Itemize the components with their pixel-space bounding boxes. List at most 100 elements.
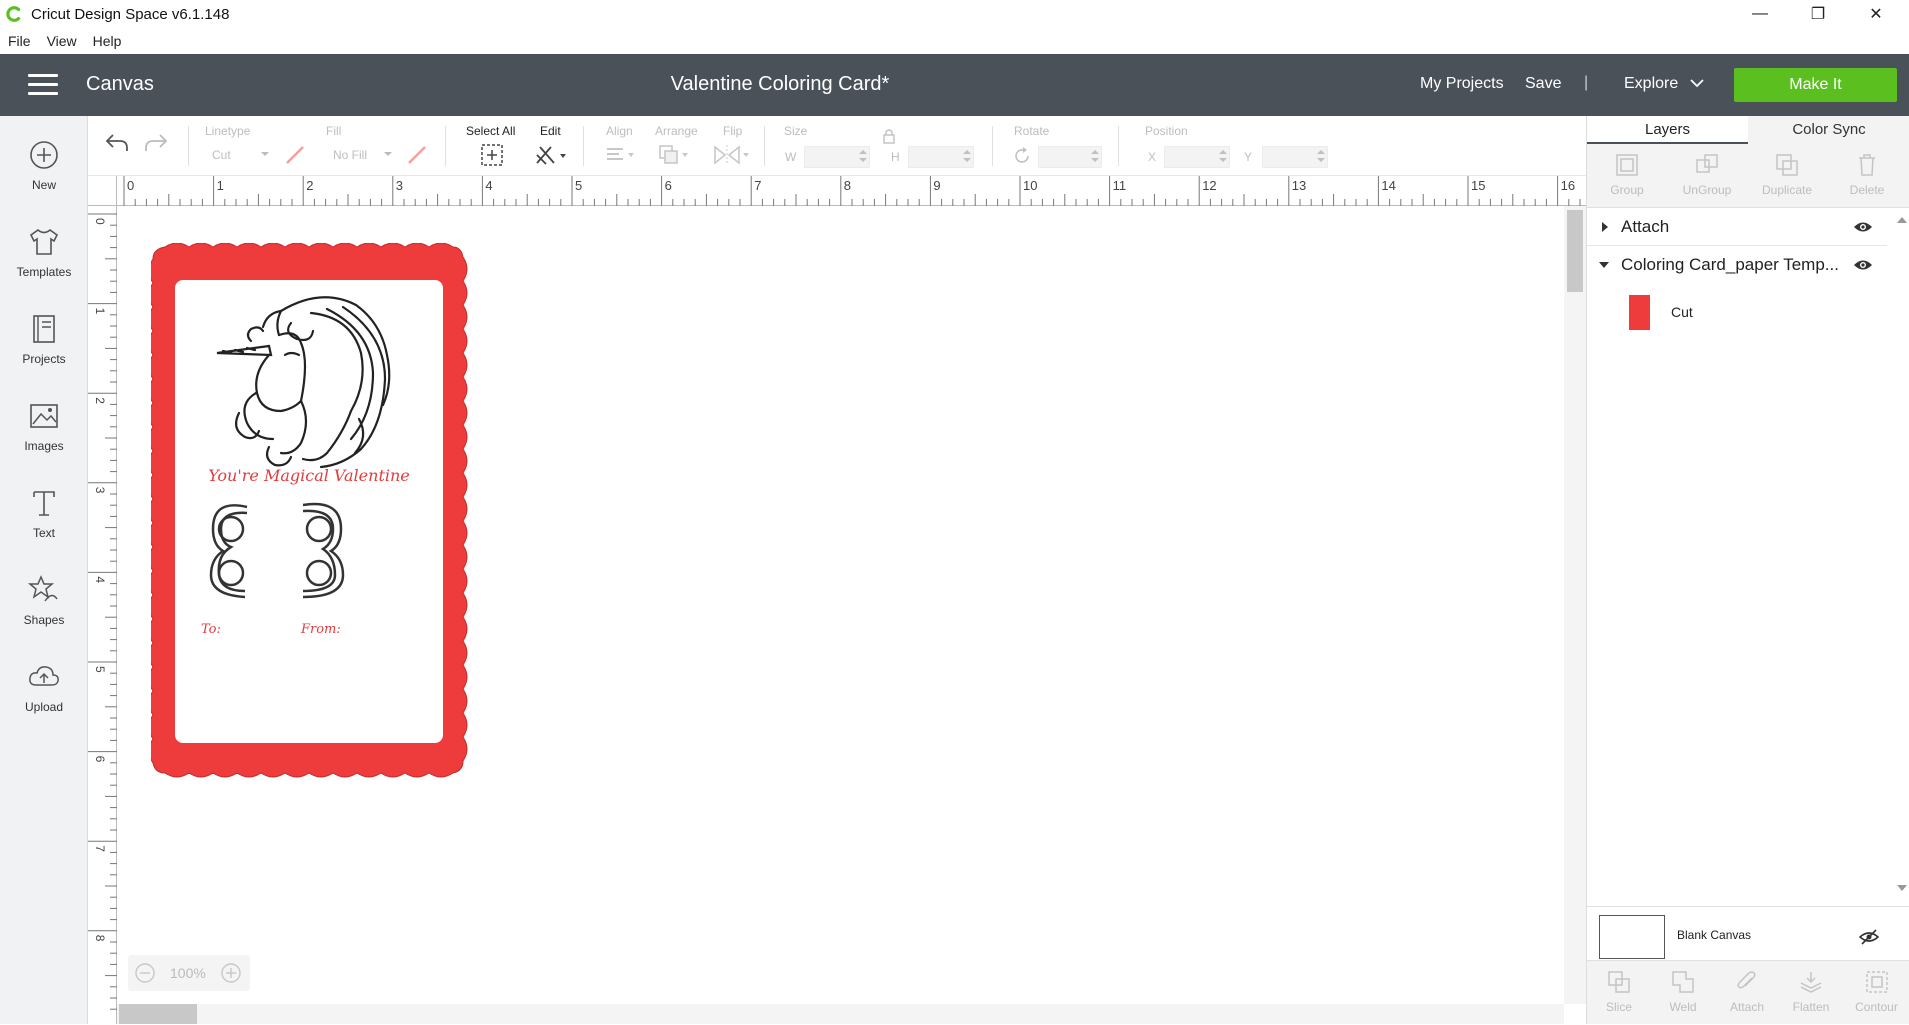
document-title: Valentine Coloring Card* <box>670 73 890 95</box>
attach-button[interactable]: Attach <box>1715 961 1779 1025</box>
header-separator: | <box>1584 74 1589 91</box>
ruler-label: 4 <box>93 576 107 583</box>
zoom-level: 100% <box>170 965 206 981</box>
ruler-label: 1 <box>217 178 224 193</box>
save-link[interactable]: Save <box>1525 75 1561 93</box>
ruler-label: 8 <box>93 935 107 942</box>
make-it-button[interactable]: Make It <box>1734 68 1897 102</box>
ruler-label: 14 <box>1381 178 1395 193</box>
arrange-icon[interactable] <box>658 144 692 166</box>
redo-icon[interactable] <box>143 132 169 154</box>
layer-row-coloring-card[interactable]: Coloring Card_paper Temp... <box>1587 246 1887 284</box>
ruler-label: 11 <box>1113 178 1127 193</box>
projects-icon <box>33 315 55 343</box>
stepper-icon[interactable] <box>1091 149 1099 163</box>
stepper-icon[interactable] <box>963 149 971 163</box>
to-label: To: <box>201 622 221 637</box>
position-x-label: X <box>1148 150 1157 164</box>
stepper-icon[interactable] <box>1219 149 1227 163</box>
layer-name: Coloring Card_paper Temp... <box>1621 255 1839 274</box>
flatten-button[interactable]: Flatten <box>1779 961 1843 1025</box>
sidebar-item-new[interactable]: New <box>0 130 88 210</box>
weld-button[interactable]: Weld <box>1651 961 1715 1025</box>
sidebar-item-label: Text <box>32 526 55 540</box>
edit-toolbar: Linetype Cut Fill No Fill Select All Edi… <box>88 116 1586 176</box>
restore-button[interactable]: ❐ <box>1789 0 1847 28</box>
select-all-label: Select All <box>466 124 516 138</box>
blank-canvas-row[interactable]: Blank Canvas <box>1587 906 1909 960</box>
contour-label: Contour <box>1855 1000 1898 1014</box>
explore-dropdown[interactable]: Explore <box>1624 75 1678 93</box>
fill-color-swatch-icon[interactable] <box>406 144 428 166</box>
minimize-button[interactable]: — <box>1731 0 1789 28</box>
valentine-card-design[interactable]: You're Magical Valentine To: From: <box>151 243 469 793</box>
select-all-icon[interactable] <box>480 143 504 167</box>
edit-label: Edit <box>540 124 561 138</box>
fill-select[interactable]: No Fill <box>333 148 367 162</box>
eye-icon[interactable] <box>1853 220 1873 234</box>
eye-icon[interactable] <box>1853 258 1873 272</box>
sidebar-item-projects[interactable]: Projects <box>0 304 88 384</box>
edit-tools-icon[interactable] <box>534 143 568 167</box>
flip-icon[interactable] <box>712 144 750 166</box>
eye-hidden-icon[interactable] <box>1859 929 1879 945</box>
sidebar-item-shapes[interactable]: Shapes <box>0 565 88 645</box>
ruler-label: 7 <box>93 845 107 852</box>
linetype-select[interactable]: Cut <box>212 148 231 162</box>
size-h-label: H <box>891 150 900 164</box>
delete-button[interactable]: Delete <box>1827 144 1907 208</box>
group-button[interactable]: Group <box>1587 144 1667 208</box>
left-sidebar: New Templates Projects Images Text Shape… <box>0 116 88 1024</box>
menu-help[interactable]: Help <box>93 33 122 49</box>
sidebar-item-label: Images <box>24 439 64 453</box>
lock-icon[interactable] <box>883 128 895 144</box>
title-bar: Cricut Design Space v6.1.148 — ❐ ✕ <box>0 0 1909 28</box>
undo-icon[interactable] <box>104 132 130 154</box>
caret-down-icon[interactable] <box>1599 261 1609 269</box>
my-projects-link[interactable]: My Projects <box>1420 75 1504 93</box>
stepper-icon[interactable] <box>859 149 867 163</box>
caret-right-icon[interactable] <box>1601 222 1609 232</box>
duplicate-button[interactable]: Duplicate <box>1747 144 1827 208</box>
vertical-scrollbar[interactable] <box>1564 206 1586 1004</box>
zoom-in-icon[interactable] <box>220 962 242 984</box>
group-icon <box>1616 154 1638 176</box>
chevron-down-icon[interactable] <box>1690 76 1704 90</box>
sublayer-row-cut[interactable]: Cut <box>1587 288 1887 334</box>
chevron-down-icon <box>384 152 392 156</box>
ruler-label: 9 <box>933 178 940 193</box>
zoom-out-icon[interactable] <box>134 962 156 984</box>
menu-view[interactable]: View <box>47 33 77 49</box>
contour-button[interactable]: Contour <box>1843 961 1909 1025</box>
tshirt-icon <box>29 228 59 255</box>
scroll-down-icon[interactable] <box>1897 884 1907 892</box>
slice-icon <box>1608 971 1630 993</box>
slice-button[interactable]: Slice <box>1587 961 1651 1025</box>
scroll-thumb[interactable] <box>1567 210 1583 292</box>
menu-file[interactable]: File <box>8 33 31 49</box>
sidebar-item-upload[interactable]: Upload <box>0 652 88 732</box>
ungroup-icon <box>1696 154 1718 173</box>
tab-layers[interactable]: Layers <box>1587 116 1748 144</box>
weld-icon <box>1672 971 1694 993</box>
scroll-up-icon[interactable] <box>1897 216 1907 224</box>
sidebar-item-text[interactable]: Text <box>0 478 88 558</box>
layer-color-swatch[interactable] <box>1629 295 1650 330</box>
horizontal-scrollbar[interactable] <box>117 1004 1564 1024</box>
scroll-thumb[interactable] <box>119 1004 197 1024</box>
blank-canvas-swatch[interactable] <box>1599 915 1665 959</box>
layer-row-attach[interactable]: Attach <box>1587 208 1887 246</box>
tab-color-sync[interactable]: Color Sync <box>1748 116 1909 144</box>
ruler-label: 1 <box>93 308 107 315</box>
stepper-icon[interactable] <box>1317 149 1325 163</box>
linetype-color-swatch-icon[interactable] <box>284 144 306 166</box>
sidebar-item-images[interactable]: Images <box>0 391 88 471</box>
ungroup-button[interactable]: UnGroup <box>1667 144 1747 208</box>
weld-label: Weld <box>1669 1000 1697 1014</box>
close-window-button[interactable]: ✕ <box>1847 0 1905 28</box>
sidebar-item-label: New <box>31 178 56 192</box>
align-icon[interactable] <box>605 146 637 164</box>
design-canvas[interactable]: You're Magical Valentine To: From: <box>117 206 1564 1004</box>
ruler-label: 5 <box>575 178 582 193</box>
sidebar-item-templates[interactable]: Templates <box>0 217 88 297</box>
